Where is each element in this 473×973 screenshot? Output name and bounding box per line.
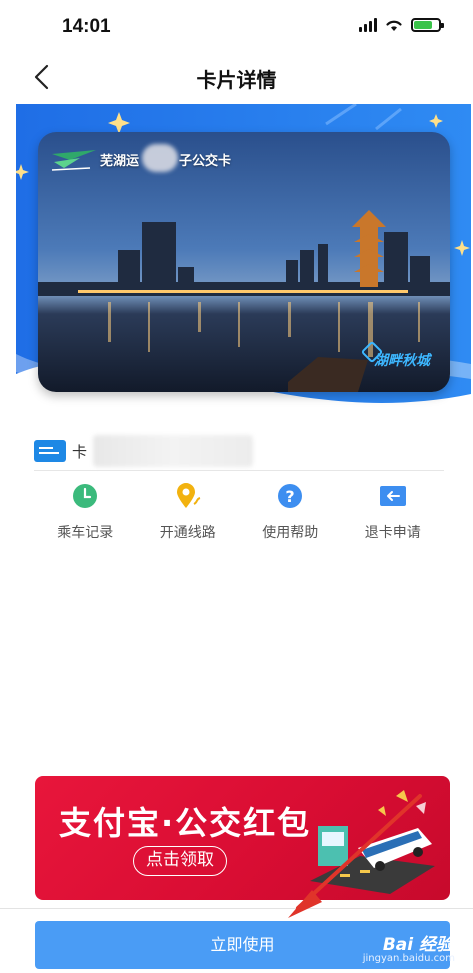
- bus-illustration: [310, 790, 435, 894]
- menu-open-routes[interactable]: 开通线路: [137, 476, 240, 546]
- status-icons: [359, 18, 444, 32]
- return-card-icon: [379, 486, 406, 506]
- card-banner: 芜湖运 子公交卡 湖畔秋城: [16, 104, 471, 409]
- card-name-left: 芜湖运: [100, 154, 140, 169]
- menu-label: 乘车记录: [57, 525, 114, 541]
- menu-return-card[interactable]: 退卡申请: [342, 476, 445, 546]
- divider: [34, 470, 444, 471]
- card-name-right: 子公交卡: [179, 154, 232, 169]
- bus-card[interactable]: 芜湖运 子公交卡 湖畔秋城: [38, 132, 450, 392]
- signal-icon: [359, 18, 377, 32]
- promo-banner[interactable]: 支付宝·公交红包 点击领取: [35, 776, 450, 900]
- card-number-row: 卡: [34, 435, 254, 467]
- status-bar: 14:01: [0, 0, 473, 54]
- baidu-watermark: Bai 经验: [382, 935, 453, 955]
- menu-label: 使用帮助: [262, 525, 319, 541]
- help-icon: ?: [278, 484, 303, 508]
- footer-divider: [0, 908, 473, 909]
- menu-label: 退卡申请: [364, 525, 421, 541]
- battery-icon: [411, 18, 444, 32]
- menu-help[interactable]: ? 使用帮助: [239, 476, 342, 546]
- card-icon: [34, 440, 66, 462]
- card-watermark: 湖畔秋城: [374, 353, 430, 369]
- menu-label: 开通线路: [159, 525, 216, 541]
- menu-ride-records[interactable]: 乘车记录: [34, 476, 137, 546]
- quick-menu: 乘车记录 开通线路 ? 使用帮助 退卡申请: [34, 476, 444, 546]
- promo-title: 支付宝·公交红包: [59, 804, 312, 842]
- wave-logo-icon: [51, 150, 96, 171]
- baidu-watermark-url: jingyan.baidu.com: [362, 953, 455, 964]
- nav-bar: 卡片详情: [0, 54, 473, 102]
- location-pin-icon: [176, 483, 201, 508]
- svg-text:?: ?: [286, 487, 295, 506]
- card-number-blurred: [93, 435, 254, 467]
- wifi-icon: [386, 20, 402, 31]
- clock-icon: [73, 484, 98, 508]
- status-time: 14:01: [62, 16, 111, 37]
- promo-claim-button[interactable]: 点击领取: [133, 846, 227, 876]
- page-title: 卡片详情: [196, 68, 277, 92]
- card-number-label: 卡: [72, 442, 88, 461]
- card-name-blur: [142, 144, 178, 172]
